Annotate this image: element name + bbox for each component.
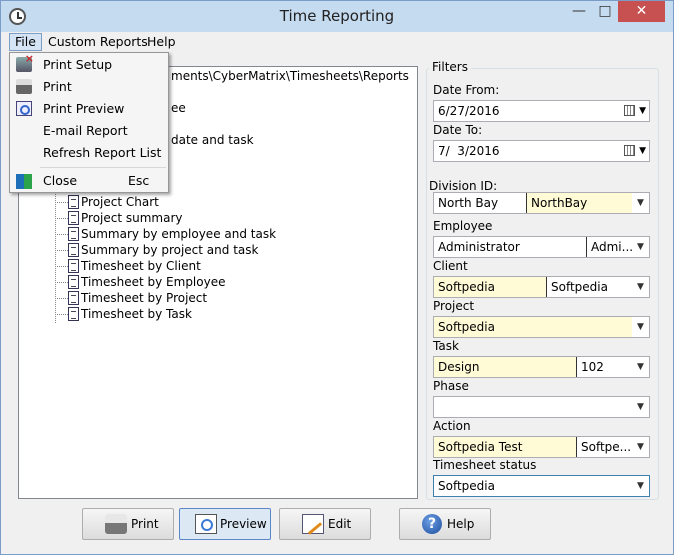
time-reporting-window: Time Reporting — □ ✕ File Custom Reports… (0, 0, 674, 555)
employee-name: Administrator (438, 240, 520, 254)
edit-icon (302, 514, 324, 534)
edit-button[interactable]: Edit (279, 508, 371, 540)
chevron-down-icon[interactable]: ▼ (632, 237, 649, 257)
menu-custom-reports[interactable]: Custom Reports (43, 33, 153, 51)
employee-combo[interactable]: Administrator Admi... ▼ (433, 236, 650, 258)
tree-item[interactable]: Timesheet by Employee (49, 274, 276, 290)
menu-bar: File Custom Reports Help (1, 32, 673, 52)
chevron-down-icon[interactable]: ▼ (632, 476, 649, 496)
tree-item[interactable]: Timesheet by Client (49, 258, 276, 274)
tree-item[interactable]: Project summary (49, 210, 276, 226)
chevron-down-icon[interactable]: ▼ (632, 193, 649, 213)
phase-label: Phase (433, 379, 469, 393)
menu-print-preview[interactable]: Print Preview (43, 100, 124, 118)
help-button[interactable]: ? Help (399, 508, 491, 540)
chevron-down-icon[interactable]: ▼ (632, 357, 649, 377)
chevron-down-icon[interactable]: ▼ (623, 101, 649, 121)
menu-print[interactable]: Print (43, 78, 72, 96)
date-to-value[interactable]: 7/ 3/2016 (434, 141, 614, 161)
tree-items: Project Chart Project summary Summary by… (49, 194, 276, 322)
date-from-picker[interactable]: 6/27/2016 ▼ (433, 100, 650, 122)
minimize-icon[interactable]: — (566, 1, 592, 22)
tree-item-partial[interactable]: ee (171, 101, 186, 115)
tree-item[interactable]: Summary by project and task (49, 242, 276, 258)
chevron-down-icon[interactable]: ▼ (632, 437, 649, 457)
tree-item[interactable]: Timesheet by Project (49, 290, 276, 306)
report-document-icon (68, 307, 79, 321)
report-document-icon (68, 291, 79, 305)
tree-item[interactable]: Project Chart (49, 194, 276, 210)
division-name: North Bay (438, 196, 499, 210)
menu-email-report[interactable]: E-mail Report (43, 122, 128, 140)
client-name: Softpedia (434, 277, 546, 297)
client-label: Client (433, 259, 468, 273)
client-id: Softpedia (546, 277, 632, 297)
print-button[interactable]: Print (82, 508, 174, 540)
tree-item-partial[interactable]: date and task (171, 133, 254, 147)
tree-item[interactable]: Summary by employee and task (49, 226, 276, 242)
task-label: Task (433, 339, 459, 353)
chevron-down-icon[interactable]: ▼ (632, 317, 649, 337)
division-id: NorthBay (526, 193, 632, 213)
date-from-value[interactable]: 6/27/2016 (434, 101, 614, 121)
task-combo[interactable]: Design 102 ▼ (433, 356, 650, 378)
division-label: Division ID: (429, 179, 498, 193)
action-id: Softpe... (576, 437, 632, 457)
action-combo[interactable]: Softpedia Test Softpe... ▼ (433, 436, 650, 458)
project-value: Softpedia (434, 317, 632, 337)
file-menu-dropdown: Print Setup Print Print Preview E-mail R… (9, 52, 169, 193)
action-name: Softpedia Test (434, 437, 576, 457)
date-to-picker[interactable]: 7/ 3/2016 ▼ (433, 140, 650, 162)
task-id: 102 (576, 357, 632, 377)
exit-door-icon (16, 174, 32, 189)
close-icon[interactable]: ✕ (618, 1, 665, 22)
timesheet-status-combo[interactable]: Softpedia ▼ (433, 475, 650, 497)
report-document-icon (68, 211, 79, 225)
timesheet-status-label: Timesheet status (433, 458, 537, 472)
report-document-icon (68, 259, 79, 273)
client-combo[interactable]: Softpedia Softpedia ▼ (433, 276, 650, 298)
date-from-label: Date From: (433, 83, 500, 97)
employee-label: Employee (433, 219, 493, 233)
phase-value (434, 397, 632, 417)
chevron-down-icon[interactable]: ▼ (632, 277, 649, 297)
project-combo[interactable]: Softpedia ▼ (433, 316, 650, 338)
filters-title: Filters (429, 60, 471, 74)
close-shortcut: Esc (128, 173, 150, 188)
menu-refresh-report-list[interactable]: Refresh Report List (43, 144, 161, 162)
date-to-label: Date To: (433, 123, 483, 137)
menu-print-setup[interactable]: Print Setup (43, 56, 112, 74)
report-document-icon (68, 275, 79, 289)
menu-help[interactable]: Help (142, 33, 181, 51)
magnifier-icon (195, 514, 217, 534)
timesheet-status-value: Softpedia (438, 479, 495, 493)
print-setup-icon (16, 52, 34, 72)
report-document-icon (68, 195, 79, 209)
chevron-down-icon[interactable]: ▼ (632, 397, 649, 417)
action-label: Action (433, 419, 471, 433)
print-preview-icon (16, 101, 32, 116)
task-name: Design (434, 357, 576, 377)
tree-root-path[interactable]: ments\CyberMatrix\Timesheets\Reports (171, 69, 409, 83)
report-document-icon (68, 243, 79, 257)
menu-separator (40, 167, 166, 168)
menu-file[interactable]: File (9, 33, 42, 51)
title-bar[interactable]: Time Reporting — □ ✕ (1, 1, 673, 32)
maximize-icon[interactable]: □ (592, 1, 618, 22)
chevron-down-icon[interactable]: ▼ (623, 141, 649, 161)
division-combo[interactable]: North Bay NorthBay ▼ (433, 192, 650, 214)
preview-button[interactable]: Preview (179, 508, 271, 540)
question-mark-icon: ? (422, 514, 442, 534)
employee-id: Admi... (586, 237, 632, 257)
project-label: Project (433, 299, 475, 313)
printer-icon (105, 514, 127, 534)
tree-item[interactable]: Timesheet by Task (49, 306, 276, 322)
phase-combo[interactable]: ▼ (433, 396, 650, 418)
menu-close[interactable]: Close (43, 172, 77, 190)
report-document-icon (68, 227, 79, 241)
printer-icon (16, 79, 32, 94)
